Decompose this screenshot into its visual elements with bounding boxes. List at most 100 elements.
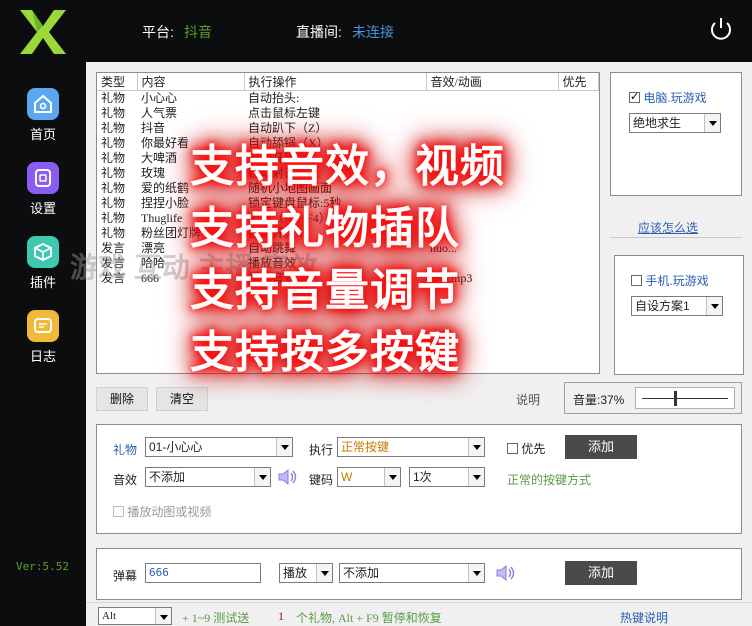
sound-label: 音效: [113, 473, 138, 487]
danmu-form: 弹幕 666 播放 不添加 添加: [96, 548, 742, 600]
danmu-action-select[interactable]: 播放: [279, 563, 333, 583]
table-row[interactable]: 礼物 捏捏小脸 锁定键盘鼠标:5秒: [97, 196, 599, 211]
hotkey-help-link[interactable]: 热键说明: [620, 609, 668, 626]
play-media-checkbox[interactable]: [113, 506, 124, 517]
table-cell: 点击鼠标左键: [248, 106, 321, 120]
description-link[interactable]: 说明: [516, 391, 540, 408]
table-row[interactable]: 礼物 人气票 点击鼠标左键: [97, 106, 599, 121]
speaker-icon[interactable]: [277, 467, 299, 487]
table-cell: 人气票: [141, 106, 178, 120]
mobile-scheme-select[interactable]: 自设方案1: [631, 296, 723, 316]
settings-icon: [27, 162, 59, 194]
table-cell: 666.mp3: [430, 271, 473, 285]
nav-log[interactable]: 日志: [0, 310, 86, 365]
log-icon: [27, 310, 59, 342]
table-cell: 礼物: [101, 181, 126, 195]
col-type[interactable]: 类型: [97, 73, 138, 91]
table-cell: 自动射击: [248, 166, 297, 180]
table-cell: [426, 166, 558, 181]
volume-slider[interactable]: [635, 387, 735, 409]
priority-label: 优先: [521, 442, 546, 456]
chevron-down-icon: [468, 468, 484, 486]
danmu-input-value: 666: [149, 566, 169, 579]
chevron-down-icon: [316, 564, 332, 582]
key-value: W: [341, 470, 353, 484]
mobile-game-checkbox[interactable]: [631, 275, 642, 286]
pc-game-select[interactable]: 绝地求生: [629, 113, 721, 133]
add-gift-button[interactable]: 添加: [565, 435, 637, 459]
exec-select[interactable]: 正常按键: [337, 437, 485, 457]
power-icon[interactable]: [708, 16, 734, 42]
table-row[interactable]: 礼物 大啤酒 自动开镜: [97, 151, 599, 166]
key-select[interactable]: W: [337, 467, 401, 487]
table-cell: 大啤酒: [141, 151, 178, 165]
home-icon: [27, 88, 59, 120]
table-cell: 自动舔锅（X）: [248, 136, 329, 150]
table-row[interactable]: 礼物 粉丝团灯牌 自动开火:3: [97, 226, 599, 241]
times-select[interactable]: 1次: [409, 467, 485, 487]
divider: [610, 237, 742, 238]
platform-label: 平台:: [142, 24, 174, 40]
pc-game-checkbox[interactable]: [629, 90, 640, 103]
table-cell: [558, 181, 599, 196]
nav-settings-label: 设置: [29, 201, 56, 216]
table-cell: 玫瑰: [141, 166, 166, 180]
room-status[interactable]: 未连接: [352, 22, 394, 42]
speaker-icon[interactable]: [495, 563, 517, 583]
volume-track: [642, 398, 728, 399]
danmu-action-value: 播放: [283, 566, 308, 580]
hotkey-modifier-value: Alt: [102, 610, 117, 622]
table-cell: 自动抬头:: [248, 91, 300, 105]
table-cell: [558, 166, 599, 181]
play-media-label: 播放动图或视频: [127, 505, 212, 519]
table-cell: [558, 226, 599, 241]
table-cell: 锁定键盘鼠标:5秒: [248, 196, 342, 210]
table-row[interactable]: 礼物 你最好看 自动舔锅（X）: [97, 136, 599, 151]
table-cell: [426, 196, 558, 211]
nav-settings[interactable]: 设置: [0, 162, 86, 217]
clear-button[interactable]: 清空: [156, 387, 208, 411]
table-cell: [426, 136, 558, 151]
hotkey-modifier-select[interactable]: Alt: [98, 607, 172, 625]
table-cell: [426, 226, 558, 241]
times-value: 1次: [413, 470, 432, 484]
table-row[interactable]: 礼物 爱的纸鹤 随机小地图画面: [97, 181, 599, 196]
table-cell: [558, 196, 599, 211]
delete-button[interactable]: 删除: [96, 387, 148, 411]
col-action[interactable]: 执行操作: [244, 73, 427, 91]
table-cell: 爱的纸鹤: [141, 181, 190, 195]
mobile-game-label: 手机.玩游戏: [645, 274, 709, 288]
table-cell: [558, 256, 599, 271]
nav-home-label: 首页: [29, 127, 56, 142]
table-row[interactable]: 礼物 抖音 自动趴下（Z）: [97, 121, 599, 136]
table-cell: 小心心: [141, 91, 178, 105]
sound-select[interactable]: 不添加: [145, 467, 271, 487]
table-cell: Thuglife: [141, 211, 183, 225]
help-link[interactable]: 应该怎么选: [638, 219, 698, 236]
gift-select[interactable]: 01-小心心: [145, 437, 293, 457]
action-list[interactable]: 类型 内容 执行操作 音效/动画 优先 礼物 小心心 自动抬头: 礼物 人气票 点击鼠标左…: [96, 72, 600, 374]
table-cell: 捏捏小脸: [141, 196, 190, 210]
table-row[interactable]: 礼物 小心心 自动抬头:: [97, 91, 599, 107]
status-text-a: + 1~9 测试送: [182, 611, 250, 625]
col-content[interactable]: 内容: [137, 73, 245, 91]
table-row[interactable]: 礼物 Thuglife 大跳（Alt+F4）: [97, 211, 599, 226]
danmu-input[interactable]: 666: [145, 563, 261, 583]
col-media[interactable]: 音效/动画: [426, 73, 559, 91]
add-danmu-button[interactable]: 添加: [565, 561, 637, 585]
volume-thumb[interactable]: [673, 391, 677, 406]
nav-home[interactable]: 首页: [0, 88, 86, 143]
chevron-down-icon: [706, 297, 722, 315]
table-row[interactable]: 礼物 玫瑰 自动射击: [97, 166, 599, 181]
pc-game-label: 电脑.玩游戏: [643, 91, 707, 105]
status-bar: Alt + 1~9 测试送 1 个礼物, Alt + F9 暂停和恢复 热键说明: [86, 602, 752, 626]
priority-checkbox[interactable]: [507, 443, 518, 454]
table-cell: [558, 106, 599, 121]
platform-value[interactable]: 抖音: [184, 22, 212, 42]
pc-game-value: 绝地求生: [633, 116, 682, 130]
table-cell: 礼物: [101, 106, 126, 120]
danmu-sound-select[interactable]: 不添加: [339, 563, 485, 583]
col-priority[interactable]: 优先: [558, 73, 599, 91]
table-cell: 礼物: [101, 226, 126, 240]
key-hint: 正常的按键方式: [507, 473, 592, 487]
